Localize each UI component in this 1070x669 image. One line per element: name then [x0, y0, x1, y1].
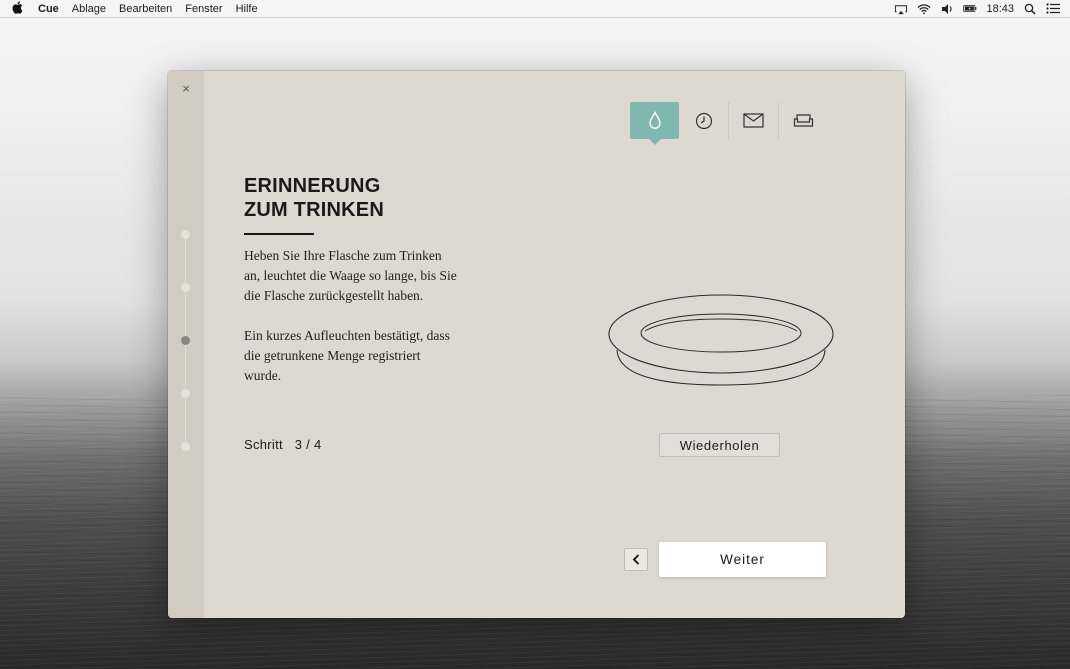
step-counter-value: 3 / 4: [294, 437, 322, 452]
tab-notifications[interactable]: [729, 102, 778, 139]
menu-hilfe[interactable]: Hilfe: [236, 3, 258, 15]
repeat-button[interactable]: Wiederholen: [659, 433, 780, 457]
clock-icon: [695, 112, 712, 129]
menu-app-name[interactable]: Cue: [38, 3, 59, 15]
title-line-2: ZUM TRINKEN: [244, 199, 384, 221]
instruction-paragraph-1: Heben Sie Ihre Flasche zum Trinken an, l…: [244, 248, 457, 303]
step-rail: ×: [168, 71, 204, 618]
step-dot-4: [181, 389, 190, 398]
next-button[interactable]: Weiter: [659, 542, 826, 577]
step-dot-3-active: [181, 336, 190, 345]
apple-icon[interactable]: [12, 0, 26, 17]
menu-bar-status-area: 18:43: [894, 0, 1060, 17]
chevron-left-icon: [632, 554, 640, 565]
tab-drink-reminder[interactable]: [630, 102, 679, 145]
airplay-icon[interactable]: [894, 3, 908, 15]
menu-clock[interactable]: 18:43: [986, 3, 1014, 15]
menu-bearbeiten[interactable]: Bearbeiten: [119, 3, 172, 15]
feature-tabs: [630, 102, 828, 145]
instructions: Heben Sie Ihre Flasche zum Trinken an, l…: [244, 246, 459, 406]
setup-window: × ERINNERUNG ZUM TRINKEN Heben Sie Ihre …: [168, 71, 905, 618]
tab-device[interactable]: [779, 102, 828, 139]
back-button[interactable]: [624, 548, 648, 571]
title-underline: [244, 233, 314, 235]
notification-center-icon[interactable]: [1046, 3, 1060, 15]
battery-icon[interactable]: [963, 3, 977, 15]
step-dot-2: [181, 283, 190, 292]
menu-ablage[interactable]: Ablage: [72, 3, 106, 15]
wifi-icon[interactable]: [917, 3, 931, 15]
volume-icon[interactable]: [940, 3, 954, 15]
page-title: ERINNERUNG ZUM TRINKEN: [244, 174, 504, 222]
close-button[interactable]: ×: [180, 82, 192, 96]
title-line-1: ERINNERUNG: [244, 175, 381, 197]
menu-fenster[interactable]: Fenster: [185, 3, 222, 15]
step-dot-1: [181, 230, 190, 239]
instruction-paragraph-2: Ein kurzes Aufleuchten bestätigt, dass d…: [244, 328, 450, 383]
step-counter: Schritt 3 / 4: [244, 437, 322, 452]
tab-schedule[interactable]: [679, 102, 728, 139]
spotlight-icon[interactable]: [1023, 3, 1037, 15]
mail-icon: [743, 113, 764, 128]
scale-illustration: [608, 294, 834, 386]
menu-bar: Cue Ablage Bearbeiten Fenster Hilfe 18:4…: [0, 0, 1070, 18]
drop-icon: [648, 111, 661, 129]
step-counter-prefix: Schritt: [244, 437, 283, 452]
sofa-icon: [793, 114, 814, 127]
step-dot-5: [181, 442, 190, 451]
